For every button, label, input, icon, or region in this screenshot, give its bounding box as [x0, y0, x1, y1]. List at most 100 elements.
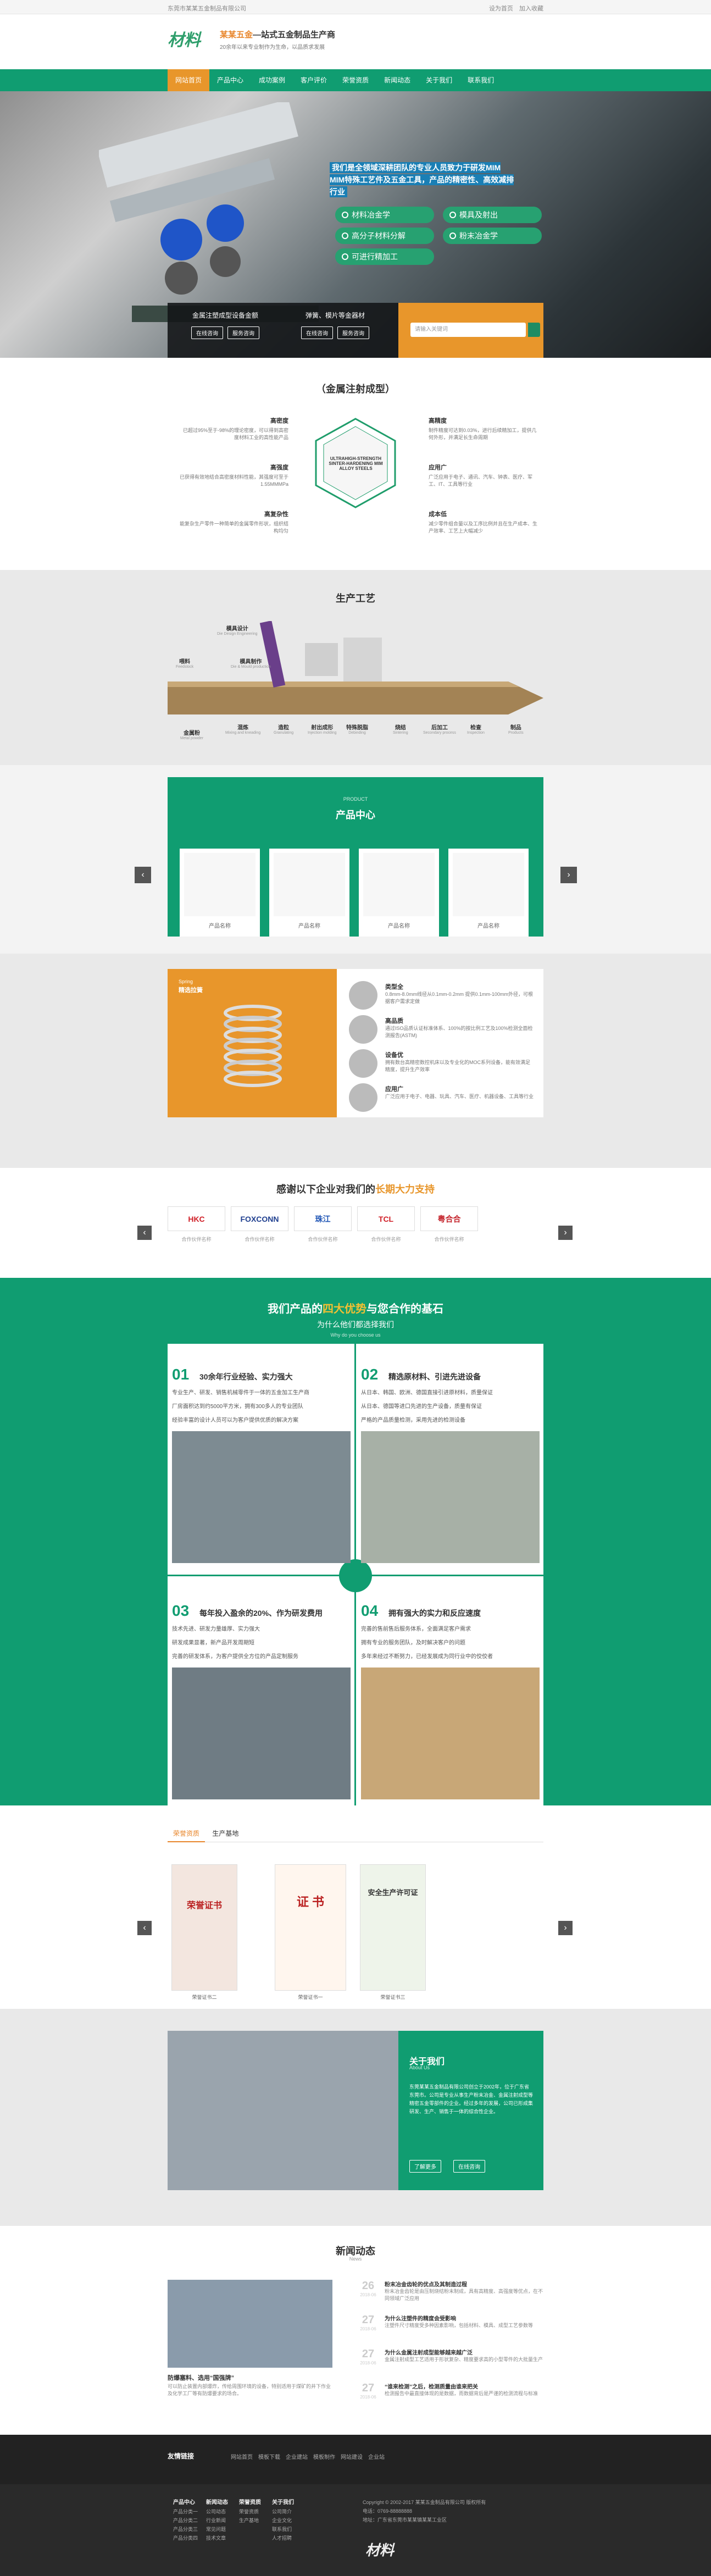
partners-title: 感谢以下企业对我们的长期大力支持	[276, 1184, 435, 1195]
certificate-image[interactable]: 荣誉证书	[171, 1864, 237, 1991]
partner-logo[interactable]: TCL	[357, 1206, 415, 1231]
favorite-link[interactable]: 加入收藏	[519, 5, 543, 12]
partner-name: 合作伙伴名称	[371, 1237, 401, 1242]
site-logo[interactable]: 材料	[168, 26, 207, 50]
product-subtitle: PRODUCT	[343, 796, 368, 802]
service-button[interactable]: 服务咨询	[227, 326, 259, 339]
process-title: 生产工艺	[336, 593, 375, 604]
hero-cell: 弹簧、模片等金器材 在线咨询 服务咨询	[294, 311, 376, 339]
top-bar: 东莞市某某五金制品有限公司 设为首页 加入收藏	[0, 0, 711, 14]
advantage-block: 01 30余年行业经验、实力强大 专业生产、研发、销售机械零件于一体的五金加工生产…	[172, 1366, 351, 1563]
hero-feature: 高分子材料分解	[335, 228, 434, 244]
partner-logo[interactable]: FOXCONN	[231, 1206, 288, 1231]
spring-illustration	[224, 1005, 282, 1087]
news-item[interactable]: 27 2018-06 为什么注塑件的精度会受影响 注塑件尺寸精度受多种因素影响，包括材…	[357, 2314, 543, 2347]
partner-name: 合作伙伴名称	[308, 1237, 338, 1242]
friend-link[interactable]: 网站首页	[231, 2452, 253, 2461]
product-name: 产品名称	[209, 923, 231, 929]
news-feature-title[interactable]: 防爆塞料、选用“国强牌”	[168, 2373, 234, 2382]
news-photo[interactable]	[168, 2280, 332, 2368]
certificate-caption: 荣誉证书一	[298, 1995, 323, 2000]
friend-link[interactable]: 企业建站	[286, 2452, 308, 2461]
partner-name: 合作伙伴名称	[434, 1237, 464, 1242]
consult-button[interactable]: 在线咨询	[453, 2160, 485, 2173]
process-step: 检查 Inspection	[467, 725, 485, 735]
process-step: 制品 Products	[508, 725, 524, 735]
search-icon[interactable]	[528, 323, 540, 337]
advantages-header: 我们产品的四大优势与您合作的基石 为什么他们都选择我们 Why do you c…	[268, 1303, 443, 1338]
process-step: 烧结 Sintering	[393, 725, 408, 735]
brand-title: —站式五金制品生产商	[253, 30, 336, 40]
prev-arrow-icon[interactable]: ‹	[137, 1226, 152, 1240]
application-icon	[349, 1083, 377, 1112]
product-card[interactable]: 产品名称	[448, 849, 529, 937]
footer-logo: 材料	[365, 2542, 395, 2559]
product-panel: PRODUCT 产品中心 产品名称 产品名称 产品名称 产品名称	[168, 777, 543, 937]
address: 地址：广东省东莞市某某镇某某工业区	[363, 2517, 447, 2523]
footer-col: 关于我们 公司简介 企业文化 联系我们 人才招聘	[272, 2500, 294, 2541]
friend-link[interactable]: 模板制作	[313, 2452, 335, 2461]
certificate-caption: 荣誉证书二	[192, 1995, 217, 2000]
nav-honors[interactable]: 荣誉资质	[335, 69, 376, 91]
search-input[interactable]: 请输入关键词	[410, 323, 526, 337]
check-circle-icon	[342, 253, 348, 260]
hero-bar-dark: 金属注塑成型设备金额 在线咨询 服务咨询 弹簧、模片等金器材 在线咨询 服务咨询	[168, 303, 398, 358]
prev-arrow-icon[interactable]: ‹	[135, 867, 151, 883]
certificate-image[interactable]: 安全生产许可证	[360, 1864, 426, 1991]
partner-logo[interactable]: 粤合合	[420, 1206, 478, 1231]
nav-contact[interactable]: 联系我们	[460, 69, 502, 91]
consult-button[interactable]: 在线咨询	[301, 326, 333, 339]
nav-home[interactable]: 网站首页	[168, 69, 210, 91]
certificate-caption: 荣誉证书三	[380, 1995, 406, 2000]
footer-col: 荣誉资质 荣誉资质 生产基地	[239, 2500, 261, 2523]
phone: 电话：0769-88888888	[363, 2508, 413, 2514]
awards-photo	[361, 1668, 540, 1799]
brand-block: 某某五金—站式五金制品生产商 20余年以来专业制作为生命，以品质求发展	[220, 29, 335, 51]
nav-products[interactable]: 产品中心	[209, 69, 251, 91]
spring-image	[453, 853, 524, 916]
feature-tag: 精选拉簧	[179, 987, 203, 994]
friend-link[interactable]: 企业站	[368, 2452, 385, 2461]
next-arrow-icon[interactable]: ›	[558, 1921, 573, 1935]
nav-about[interactable]: 关于我们	[418, 69, 460, 91]
learn-more-button[interactable]: 了解更多	[409, 2160, 441, 2173]
hero-search-panel: 请输入关键词	[398, 303, 543, 358]
building-photo	[168, 2031, 398, 2190]
tab-honors[interactable]: 荣誉资质	[168, 1825, 205, 1842]
quality-icon	[349, 1015, 377, 1044]
product-card[interactable]: 产品名称	[269, 849, 349, 937]
advantages-section: 我们产品的四大优势与您合作的基石 为什么他们都选择我们 Why do you c…	[0, 1278, 711, 1805]
product-card[interactable]: 产品名称	[180, 849, 260, 937]
set-home-link[interactable]: 设为首页	[489, 5, 513, 12]
tab-production[interactable]: 生产基地	[207, 1825, 244, 1842]
advantage-block: 04 拥有强大的实力和反应速度 完善的售前售后服务体系，全面满足客户需求 拥有专业的…	[361, 1602, 540, 1799]
friend-link[interactable]: 网站建设	[341, 2452, 363, 2461]
prev-arrow-icon[interactable]: ‹	[137, 1921, 152, 1935]
brand-highlight: 某某五金	[220, 30, 253, 40]
nav-news[interactable]: 新闻动态	[376, 69, 418, 91]
friend-links: 友情链接 网站首页 模板下载 企业建站 模板制作 网站建设 企业站	[0, 2435, 711, 2484]
nav-cases[interactable]: 成功案例	[251, 69, 293, 91]
partner-logo[interactable]: 珠江	[294, 1206, 352, 1231]
partner-logo[interactable]: HKC	[168, 1206, 225, 1231]
news-item[interactable]: 27 2018-06 为什么金属注射成型能够越来越广泛 金属注射成型工艺适用于形状复杂…	[357, 2348, 543, 2381]
product-card[interactable]: 产品名称	[359, 849, 439, 937]
copyright: Copyright © 2002-2017 某某五金制品有限公司 版权所有	[363, 2500, 486, 2505]
news-item[interactable]: 27 2018-06 “谁来检测”之后，检测质量由谁来把关 检测报告中最直接体现的是数…	[357, 2382, 543, 2415]
news-item[interactable]: 26 2018-06 粉末冶金齿轮的优点及其制造过程 粉末冶金齿轮是由压制烧结粉末制成…	[357, 2280, 543, 2313]
check-circle-icon	[449, 232, 456, 239]
certificate-image[interactable]: 证 书	[275, 1864, 346, 1991]
hero-feature: 材料冶金学	[335, 207, 434, 223]
next-arrow-icon[interactable]: ›	[558, 1226, 573, 1240]
hero-cell-title: 弹簧、模片等金器材	[305, 312, 365, 319]
next-arrow-icon[interactable]: ›	[560, 867, 577, 883]
spring-image	[184, 853, 255, 916]
footer-col: 新闻动态 公司动态 行业新闻 常见问题 技术文章	[206, 2500, 228, 2541]
cert-tabs: 荣誉资质 生产基地	[168, 1825, 543, 1842]
service-button[interactable]: 服务咨询	[337, 326, 369, 339]
footer-col: 产品中心 产品分类一 产品分类二 产品分类三 产品分类四	[173, 2500, 198, 2541]
friend-link[interactable]: 模板下载	[258, 2452, 280, 2461]
nav-reviews[interactable]: 客户评价	[293, 69, 335, 91]
about-text: 东莞某某五金制品有限公司创立于2002年，位于广东省东莞市。公司是专业从事生产粉…	[409, 2084, 534, 2114]
consult-button[interactable]: 在线咨询	[191, 326, 223, 339]
